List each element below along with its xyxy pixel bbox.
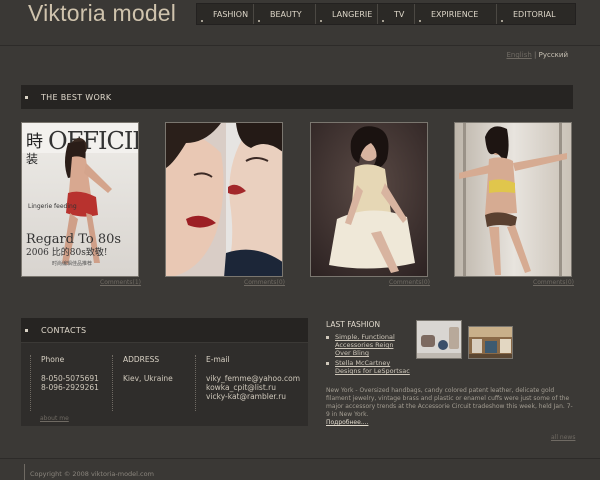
nav-tick-icon <box>201 20 203 22</box>
read-more-link[interactable]: Подробнее.... <box>326 419 368 426</box>
copyright-text: Copyright © 2008 viktoria-model.com <box>30 470 154 478</box>
accessories-image <box>417 321 461 358</box>
svg-text:2006 比的80s致敬!: 2006 比的80s致敬! <box>26 246 107 258</box>
section-bullet-icon <box>25 328 28 332</box>
lang-separator: | <box>534 51 537 59</box>
gallery-thumb-2[interactable] <box>165 122 283 277</box>
bullet-icon <box>326 336 329 339</box>
lang-russian[interactable]: Русский <box>539 51 568 59</box>
all-news-link[interactable]: all news <box>551 434 575 441</box>
phone-line-2: 8-096-2929261 <box>41 383 99 392</box>
nav-item-langerie[interactable]: LANGERIE <box>315 4 377 24</box>
magazine-cover-image: 時 装 OFFICIEL Lingerie feeding Regard To … <box>22 123 139 276</box>
main-nav: FASHION BEAUTY LANGERIE TV EXPIRIENCE ED… <box>196 3 576 25</box>
nav-item-editorial[interactable]: EDITORIAL <box>496 4 575 24</box>
nav-tick-icon <box>382 20 384 22</box>
last-fashion-list: Simple, Functional Accessories Reign Ove… <box>326 333 411 377</box>
bags-display-image <box>469 327 512 358</box>
section-bullet-icon <box>25 95 28 99</box>
svg-text:時: 時 <box>26 132 43 152</box>
news-link-1[interactable]: Simple, Functional Accessories Reign Ove… <box>335 333 411 357</box>
contacts-phone-column: Phone 8-050-5075691 8-096-2929261 <box>30 355 110 411</box>
gallery-thumb-3[interactable] <box>310 122 428 277</box>
nav-item-beauty[interactable]: BEAUTY <box>253 4 315 24</box>
contacts-address-column: ADDRESS Kiev, Ukraine <box>112 355 192 411</box>
lang-english[interactable]: English <box>507 51 532 59</box>
list-item: Stella McCartney Designs for LeSportsac <box>326 359 411 375</box>
nav-item-fashion[interactable]: FASHION <box>197 4 253 24</box>
footer-divider <box>24 464 25 480</box>
phone-heading: Phone <box>41 355 65 364</box>
svg-text:时尚编辑佳品推荐: 时尚编辑佳品推荐 <box>52 260 92 267</box>
news-thumb-2[interactable] <box>468 326 513 359</box>
address-line-1: Kiev, Ukraine <box>123 374 173 383</box>
gallery-thumb-4[interactable] <box>454 122 572 277</box>
nav-tick-icon <box>258 20 260 22</box>
gallery-thumb-1[interactable]: 時 装 OFFICIEL Lingerie feeding Regard To … <box>21 122 139 277</box>
email-link-1[interactable]: viky_femme@yahoo.com <box>206 374 305 383</box>
contacts-header: CONTACTS <box>21 318 308 342</box>
best-work-title: THE BEST WORK <box>41 92 112 102</box>
standing-model-image <box>455 123 571 276</box>
best-work-header: THE BEST WORK <box>21 85 573 109</box>
bullet-icon <box>326 362 329 365</box>
list-item: Simple, Functional Accessories Reign Ove… <box>326 333 411 357</box>
email-link-3[interactable]: vicky-kat@rambler.ru <box>206 392 305 401</box>
svg-text:装: 装 <box>26 152 38 166</box>
footer: Copyright © 2008 viktoria-model.com <box>0 458 600 480</box>
news-summary: New York - Oversized handbags, candy col… <box>326 387 573 418</box>
comments-link-4[interactable]: Comments(0) <box>533 279 574 286</box>
contacts-email-column: E-mail viky_femme@yahoo.com kowka_cpit@l… <box>195 355 305 411</box>
news-link-2[interactable]: Stella McCartney Designs for LeSportsac <box>335 359 411 375</box>
svg-text:Regard To 80s: Regard To 80s <box>26 232 121 247</box>
comments-link-3[interactable]: Comments(0) <box>389 279 430 286</box>
nav-item-tv[interactable]: TV <box>377 4 414 24</box>
address-heading: ADDRESS <box>123 355 160 364</box>
nav-tick-icon <box>501 20 503 22</box>
language-switcher: English | Русский <box>507 51 569 59</box>
comments-link-1[interactable]: Comments(1) <box>100 279 141 286</box>
about-me-link[interactable]: about me <box>40 415 69 422</box>
svg-text:OFFICIEL: OFFICIEL <box>48 127 139 155</box>
sitting-model-image <box>311 123 427 276</box>
svg-text:Lingerie feeding: Lingerie feeding <box>28 203 77 210</box>
email-link-2[interactable]: kowka_cpit@list.ru <box>206 383 305 392</box>
phone-line-1: 8-050-5075691 <box>41 374 99 383</box>
news-thumb-1[interactable] <box>416 320 462 359</box>
nav-tick-icon <box>419 20 421 22</box>
header: Viktoria model FASHION BEAUTY LANGERIE T… <box>0 0 600 46</box>
last-fashion-title: LAST FASHION <box>326 320 381 329</box>
email-heading: E-mail <box>206 355 230 364</box>
site-logo[interactable]: Viktoria model <box>28 0 176 27</box>
nav-tick-icon <box>320 20 322 22</box>
comments-link-2[interactable]: Comments(0) <box>244 279 285 286</box>
beauty-faces-image <box>166 123 282 276</box>
nav-item-expirience[interactable]: EXPIRIENCE <box>414 4 496 24</box>
contacts-title: CONTACTS <box>41 325 87 335</box>
